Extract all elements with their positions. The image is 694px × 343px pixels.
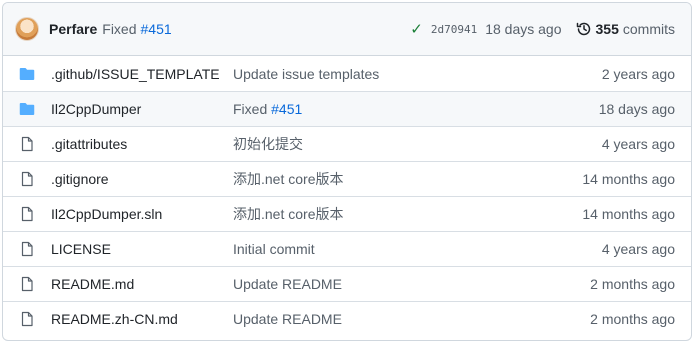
commit-age: 2 months ago	[590, 311, 675, 327]
file-row[interactable]: .github/ISSUE_TEMPLATE Update issue templ…	[3, 56, 691, 91]
file-list: .github/ISSUE_TEMPLATE Update issue templ…	[3, 56, 691, 336]
commit-message-text[interactable]: Update README	[233, 276, 342, 292]
commit-age: 2 months ago	[590, 276, 675, 292]
file-name-link[interactable]: Il2CppDumper.sln	[51, 206, 233, 222]
file-icon	[19, 171, 35, 187]
file-icon	[19, 206, 35, 222]
commits-count[interactable]: 355	[596, 21, 619, 37]
commit-author[interactable]: Perfare	[49, 21, 97, 37]
file-icon	[19, 276, 35, 292]
commit-message-link[interactable]: Update issue templates	[233, 66, 602, 82]
file-row[interactable]: Il2CppDumper.sln 添加.net core版本 14 months a…	[3, 196, 691, 231]
file-name-link[interactable]: .gitignore	[51, 171, 233, 187]
commit-message-text[interactable]: Initial commit	[233, 241, 315, 257]
file-name-link[interactable]: .github/ISSUE_TEMPLATE	[51, 66, 233, 82]
commit-age: 2 years ago	[601, 65, 675, 82]
commit-message-link[interactable]: Update README	[233, 276, 590, 292]
latest-commit-bar: Perfare Fixed #451 ✓ 2d70941 18 days ago…	[3, 3, 691, 56]
commit-message-text[interactable]: 添加.net core版本	[233, 171, 343, 187]
commit-message-text[interactable]: 添加.net core版本	[233, 206, 343, 222]
commit-message-text[interactable]: Update README	[233, 311, 342, 327]
file-icon	[19, 241, 35, 257]
commit-message-link[interactable]: Fixed #451	[233, 101, 599, 117]
commit-age: 14 months ago	[582, 171, 675, 187]
avatar[interactable]	[15, 17, 39, 41]
commit-message-text[interactable]: Fixed	[233, 101, 267, 117]
file-name-link[interactable]: README.md	[51, 276, 233, 292]
file-row[interactable]: LICENSE Initial commit 4 years ago	[3, 231, 691, 266]
folder-icon	[19, 66, 35, 82]
file-icon	[19, 311, 35, 327]
file-row[interactable]: Il2CppDumper Fixed #451 18 days ago	[3, 91, 691, 126]
commit-message-link[interactable]: 添加.net core版本	[233, 169, 582, 189]
issue-link[interactable]: #451	[141, 21, 172, 37]
history-icon[interactable]	[576, 21, 592, 37]
file-name-link[interactable]: Il2CppDumper	[51, 101, 233, 117]
file-name-link[interactable]: .gitattributes	[51, 136, 233, 152]
file-row[interactable]: .gitignore 添加.net core版本 14 months ago	[3, 161, 691, 196]
file-row[interactable]: .gitattributes 初始化提交 4 years ago	[3, 126, 691, 161]
file-name-link[interactable]: README.zh-CN.md	[51, 311, 233, 327]
commit-message-link[interactable]: 初始化提交	[233, 134, 602, 154]
check-icon: ✓	[410, 21, 423, 38]
file-row[interactable]: README.zh-CN.md Update README 2 months ago	[3, 301, 691, 336]
issue-link[interactable]: #451	[271, 101, 302, 117]
folder-icon	[19, 101, 35, 117]
file-row[interactable]: README.md Update README 2 months ago	[3, 266, 691, 301]
commit-age: 14 months ago	[582, 206, 675, 222]
commit-message-link[interactable]: Initial commit	[233, 241, 602, 257]
commit-age: 18 days ago	[598, 101, 675, 117]
commit-message[interactable]: Fixed	[102, 21, 136, 37]
file-name-link[interactable]: LICENSE	[51, 241, 233, 257]
commit-message-text[interactable]: 初始化提交	[233, 136, 303, 152]
commit-age: 4 years ago	[601, 136, 675, 152]
commit-time[interactable]: 18 days ago	[485, 21, 561, 37]
commit-message-link[interactable]: 添加.net core版本	[233, 204, 582, 224]
file-browser: Perfare Fixed #451 ✓ 2d70941 18 days ago…	[2, 2, 692, 341]
commit-age: 4 years ago	[601, 241, 675, 257]
commit-message-text[interactable]: Update issue templates	[233, 66, 379, 82]
commit-message-link[interactable]: Update README	[233, 311, 590, 327]
commit-sha[interactable]: 2d70941	[431, 23, 477, 36]
file-icon	[19, 136, 35, 152]
commits-label[interactable]: commits	[623, 21, 675, 37]
